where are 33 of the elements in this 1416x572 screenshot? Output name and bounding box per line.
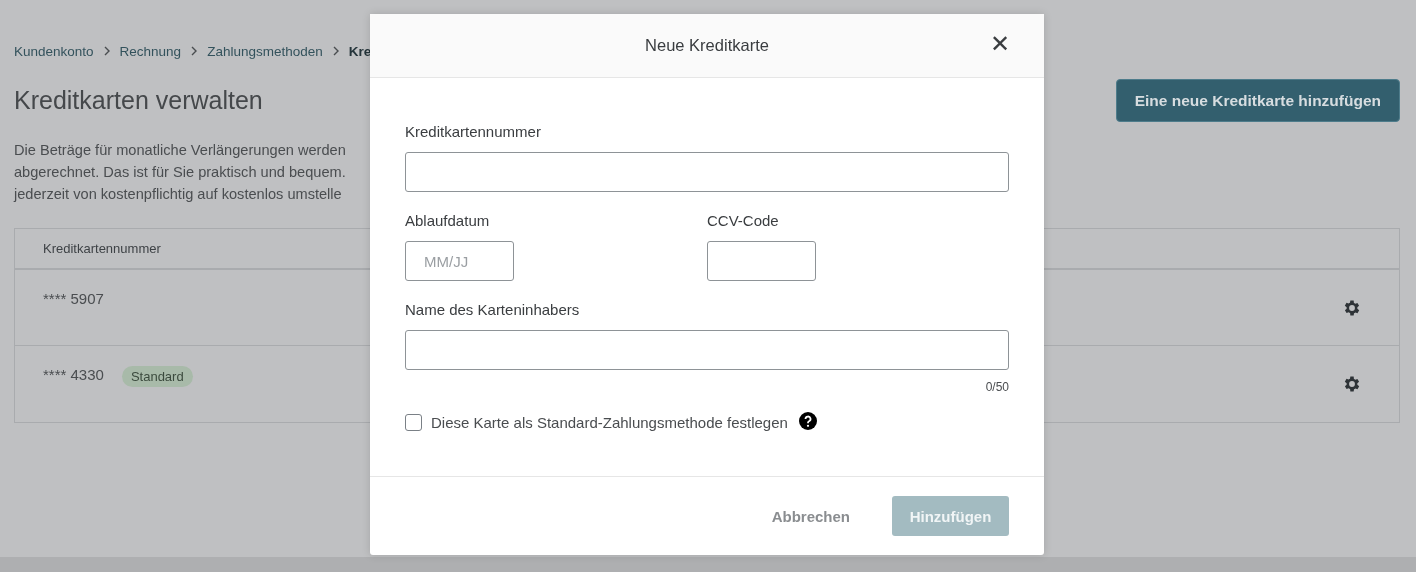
settings-icon[interactable] [1342, 298, 1362, 318]
chevron-icon [190, 46, 199, 56]
field-label: Kreditkartennummer [405, 123, 542, 140]
card-number: **** 5907 [43, 290, 104, 307]
card-number-field[interactable] [405, 152, 1009, 192]
breadcrumb-link[interactable]: Rechnung [119, 43, 182, 59]
chevron-icon [331, 46, 340, 56]
close-button[interactable]: ✕ [989, 30, 1010, 58]
column-header: Kreditkartennummer [43, 241, 161, 256]
character-counter: 0/50 [985, 380, 1009, 394]
cancel-button[interactable]: Abbrechen [765, 506, 856, 526]
ccv-field[interactable] [707, 241, 816, 281]
breadcrumb-link[interactable]: Kundenkonto [14, 43, 94, 59]
field-label: Ablaufdatum [405, 212, 491, 229]
default-badge: Standard [121, 366, 193, 387]
chevron-icon [102, 46, 111, 56]
dialog-title: Neue Kreditkarte [645, 36, 769, 55]
settings-icon[interactable] [1342, 374, 1362, 394]
description-text: abgerechnet. Das ist für Sie praktisch und bequem. [14, 163, 346, 182]
checkbox-label: Diese Karte als Standard-Zahlungsmethode festlegen [431, 414, 788, 431]
add-card-button[interactable]: Eine neue Kreditkarte hinzufügen [1115, 79, 1400, 122]
cardholder-field[interactable] [405, 330, 1009, 370]
card-number: **** 4330 [43, 366, 104, 383]
page-title: Kreditkarten verwalten [14, 86, 263, 115]
description-text: Die Beträge für monatliche Verlängerungen werden [14, 141, 346, 160]
field-label: Name des Karteninhabers [405, 301, 581, 318]
breadcrumb-link[interactable]: Kre [348, 43, 372, 59]
expiry-field[interactable]: MM/JJ [405, 241, 514, 281]
help-icon[interactable] [798, 411, 817, 430]
field-label: CCV-Code [707, 212, 780, 229]
breadcrumb-link[interactable]: Zahlungsmethoden [207, 43, 323, 59]
description-text: jederzeit von kostenpflichtig auf kostenlos umstelle [14, 185, 342, 204]
checkbox[interactable] [405, 414, 422, 431]
